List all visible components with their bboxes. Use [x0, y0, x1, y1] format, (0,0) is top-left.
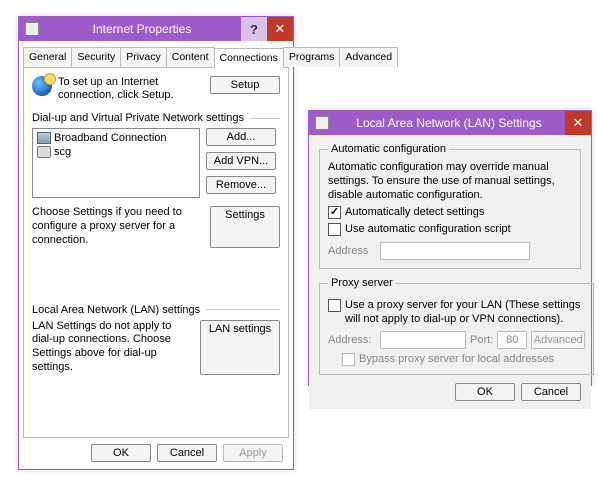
dialup-icon — [37, 146, 51, 158]
use-script-label: Use automatic configuration script — [345, 223, 511, 235]
add-button[interactable]: Add... — [206, 128, 276, 146]
ok-button[interactable]: OK — [91, 444, 151, 462]
ip-title: Internet Properties — [43, 22, 241, 36]
lan-window-controls: ✕ — [565, 111, 591, 135]
ok-button[interactable]: OK — [455, 383, 515, 401]
divider — [250, 118, 280, 119]
proxy-address-label: Address: — [328, 334, 376, 346]
connections-list[interactable]: Broadband Connection scg — [32, 128, 200, 198]
ip-dialog-buttons: OK Cancel Apply — [23, 438, 289, 462]
advanced-button[interactable]: Advanced — [531, 331, 585, 349]
internet-properties-window: Internet Properties ? ✕ General Security… — [18, 16, 294, 470]
setup-text: To set up an Internet connection, click … — [58, 76, 204, 102]
ip-titlebar: Internet Properties ? ✕ — [19, 17, 293, 41]
auto-detect-checkbox[interactable] — [328, 206, 341, 219]
proxy-server-group: Proxy server Use a proxy server for your… — [319, 277, 594, 375]
window-icon — [25, 22, 39, 36]
tab-content[interactable]: Content — [166, 47, 215, 67]
bypass-checkbox[interactable] — [342, 353, 355, 366]
auto-detect-label: Automatically detect settings — [345, 206, 484, 218]
tab-general[interactable]: General — [23, 47, 72, 67]
proxy-port-label: Port: — [470, 334, 493, 346]
lan-titlebar: Local Area Network (LAN) Settings ✕ — [309, 111, 591, 135]
tab-connections[interactable]: Connections — [214, 48, 284, 68]
connection-item[interactable]: scg — [35, 145, 197, 159]
window-icon — [315, 116, 329, 130]
use-script-checkbox[interactable] — [328, 223, 341, 236]
automatic-configuration-group: Automatic configuration Automatic config… — [319, 143, 581, 269]
use-proxy-checkbox[interactable] — [328, 299, 341, 312]
proxy-address-input[interactable] — [380, 331, 466, 349]
broadband-icon — [37, 132, 51, 144]
script-address-input[interactable] — [380, 242, 530, 260]
tab-privacy[interactable]: Privacy — [120, 47, 166, 67]
lan-title: Local Area Network (LAN) Settings — [333, 116, 565, 130]
ip-tabs: General Security Privacy Content Connect… — [23, 47, 289, 68]
tab-programs[interactable]: Programs — [283, 47, 341, 67]
connection-name: Broadband Connection — [54, 132, 167, 144]
bypass-label: Bypass proxy server for local addresses — [359, 353, 554, 365]
proxy-port-input[interactable]: 80 — [497, 331, 527, 349]
script-address-label: Address — [328, 245, 376, 257]
globe-icon — [32, 76, 52, 96]
cancel-button[interactable]: Cancel — [157, 444, 217, 462]
connection-name: scg — [54, 146, 71, 158]
cancel-button[interactable]: Cancel — [521, 383, 581, 401]
lan-dialog-buttons: OK Cancel — [319, 383, 581, 401]
connection-item[interactable]: Broadband Connection — [35, 131, 197, 145]
connections-panel: To set up an Internet connection, click … — [23, 68, 289, 438]
tab-advanced[interactable]: Advanced — [339, 47, 398, 67]
use-proxy-label: Use a proxy server for your LAN (These s… — [345, 299, 585, 327]
proxy-legend: Proxy server — [328, 277, 396, 289]
remove-button[interactable]: Remove... — [206, 176, 276, 194]
auto-config-note: Automatic configuration may override man… — [328, 161, 572, 202]
ip-window-controls: ? ✕ — [241, 17, 293, 41]
close-button[interactable]: ✕ — [267, 17, 293, 41]
lan-settings-window: Local Area Network (LAN) Settings ✕ Auto… — [308, 110, 592, 386]
help-button[interactable]: ? — [241, 17, 267, 41]
settings-text: Choose Settings if you need to configure… — [32, 206, 204, 247]
auto-config-legend: Automatic configuration — [328, 143, 449, 155]
apply-button[interactable]: Apply — [223, 444, 283, 462]
settings-button[interactable]: Settings — [210, 206, 280, 247]
tab-security[interactable]: Security — [71, 47, 121, 67]
dial-section-label: Dial-up and Virtual Private Network sett… — [32, 112, 244, 124]
add-vpn-button[interactable]: Add VPN... — [206, 152, 276, 170]
setup-button[interactable]: Setup — [210, 76, 280, 94]
close-button[interactable]: ✕ — [565, 111, 591, 135]
lan-settings-button[interactable]: LAN settings — [200, 320, 280, 375]
lan-text: LAN Settings do not apply to dial-up con… — [32, 320, 194, 375]
divider — [206, 309, 280, 310]
lan-section-label: Local Area Network (LAN) settings — [32, 304, 200, 316]
